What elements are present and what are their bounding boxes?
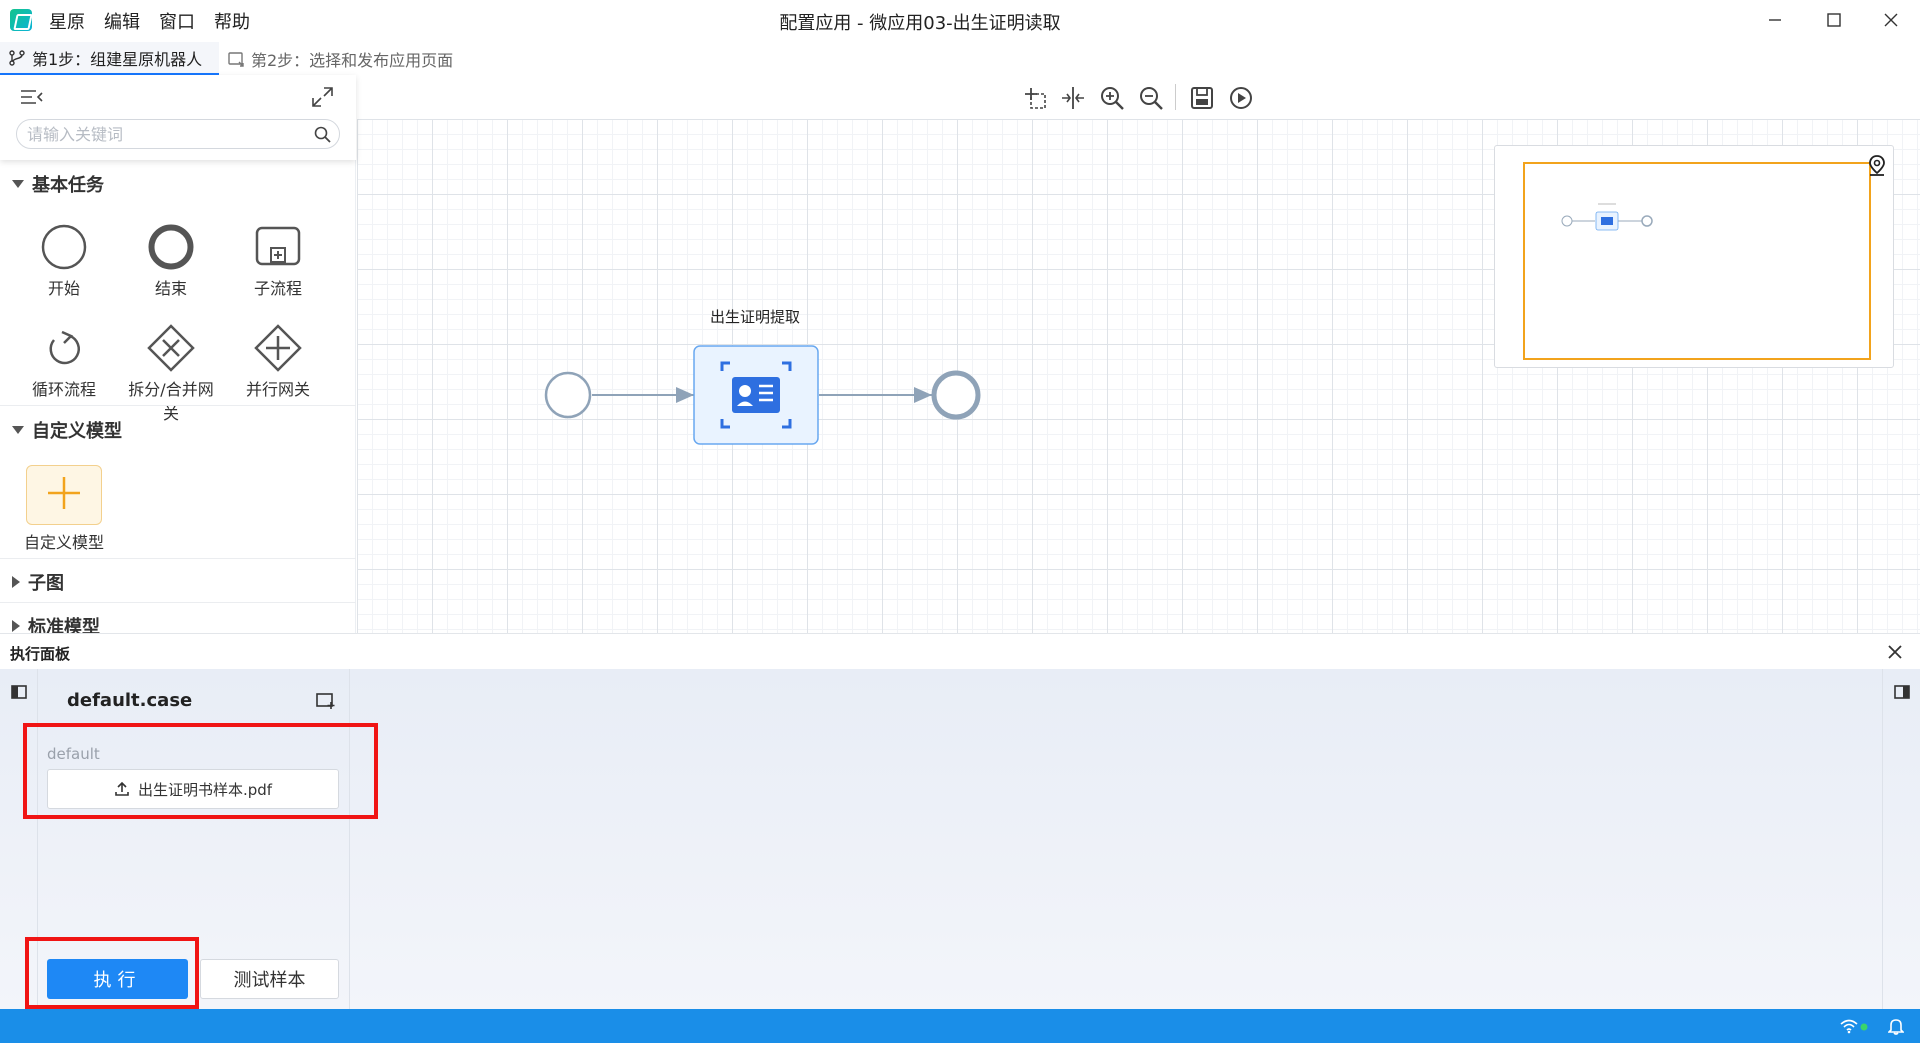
- tool-end-label: 结束: [154, 279, 187, 298]
- status-bar: [0, 1009, 1920, 1043]
- task-node-label: 出生证明提取: [710, 308, 801, 326]
- search-card: [0, 75, 356, 160]
- tool-loop-label: 循环流程: [31, 380, 96, 399]
- expanded-caret-icon: [12, 180, 24, 188]
- tool-custom-model-label: 自定义模型: [23, 533, 104, 552]
- tool-parallel-gateway[interactable]: 并行网关: [228, 324, 328, 400]
- minimize-button[interactable]: [1748, 0, 1802, 40]
- tab-step2[interactable]: 第2步：选择和发布应用页面: [225, 42, 453, 75]
- toggle-left-sidebar-icon[interactable]: [11, 685, 27, 699]
- window-title: 配置应用 - 微应用03-出生证明读取: [779, 13, 1061, 34]
- case-file-name: default.case: [67, 690, 193, 711]
- section-basic-tasks[interactable]: 基本任务: [12, 171, 104, 197]
- tool-subprocess[interactable]: 子流程: [228, 223, 328, 299]
- title-bar: 星原 编辑 窗口 帮助 配置应用 - 微应用03-出生证明读取: [0, 0, 1920, 40]
- close-icon[interactable]: [1884, 641, 1906, 663]
- parallel-gateway-icon: [254, 324, 302, 372]
- tool-parallel-gateway-label: 并行网关: [245, 380, 310, 399]
- notification-bell-icon[interactable]: [1888, 1017, 1904, 1035]
- tool-custom-model[interactable]: 自定义模型: [14, 465, 114, 553]
- section-custom-models[interactable]: 自定义模型: [12, 417, 122, 443]
- panel-divider: [349, 669, 350, 1009]
- section-subgraph-label: 子图: [28, 573, 64, 594]
- tool-end[interactable]: 结束: [121, 223, 221, 299]
- maximize-icon: [1827, 13, 1841, 27]
- tab-step1-label: 第1步：组建星原机器人: [32, 49, 203, 69]
- exec-panel-title: 执行面板: [10, 645, 71, 663]
- location-pin-icon[interactable]: [1867, 154, 1887, 176]
- tool-start-label: 开始: [47, 279, 80, 298]
- tool-start[interactable]: 开始: [14, 223, 114, 299]
- tab-step1[interactable]: 第1步：组建星原机器人: [0, 42, 219, 75]
- connection-status-icon: [1860, 1023, 1868, 1031]
- exec-panel-header: 执行面板: [0, 633, 1920, 669]
- tool-exclusive-gateway[interactable]: 拆分/合并网关: [121, 324, 221, 424]
- section-divider: [0, 405, 356, 406]
- subprocess-icon: [255, 226, 301, 266]
- new-case-icon[interactable]: [316, 692, 336, 710]
- section-subgraph[interactable]: 子图: [12, 569, 64, 595]
- minimize-icon: [1769, 19, 1781, 21]
- highlight-box-execute: [25, 937, 199, 1009]
- panel-divider: [1882, 669, 1883, 1009]
- expand-icon[interactable]: [311, 86, 335, 108]
- toggle-right-sidebar-icon[interactable]: [1894, 685, 1910, 699]
- section-divider: [0, 558, 356, 559]
- search-input[interactable]: [27, 123, 297, 145]
- birth-certificate-task-node[interactable]: [693, 345, 819, 445]
- section-basic-label: 基本任务: [32, 175, 104, 196]
- collapsed-caret-icon: [12, 620, 20, 632]
- section-custom-label: 自定义模型: [32, 421, 122, 442]
- section-divider: [0, 602, 356, 603]
- wifi-icon[interactable]: [1840, 1018, 1858, 1034]
- search-field[interactable]: [16, 119, 340, 149]
- close-window-button[interactable]: [1864, 0, 1918, 40]
- highlight-box-upload: [23, 723, 378, 819]
- expanded-caret-icon: [12, 426, 24, 434]
- maximize-button[interactable]: [1807, 0, 1861, 40]
- plus-icon: [48, 477, 80, 509]
- start-event-icon: [41, 224, 87, 270]
- close-icon: [1884, 13, 1898, 27]
- search-icon[interactable]: [314, 126, 331, 143]
- step-tabs: 第1步：组建星原机器人 第2步：选择和发布应用页面: [0, 42, 1920, 75]
- branch-icon: [9, 49, 25, 66]
- end-node[interactable]: [931, 370, 981, 420]
- minimap[interactable]: [1494, 145, 1894, 368]
- exec-panel-body: default.case default 出生证明书样本.pdf 执行 测试样本: [0, 669, 1920, 1009]
- add-custom-model-tile: [26, 465, 102, 525]
- flow-diagram: [544, 345, 981, 445]
- end-event-icon: [148, 224, 194, 270]
- tab-step2-label: 第2步：选择和发布应用页面: [251, 50, 454, 70]
- tool-subprocess-label: 子流程: [253, 279, 302, 298]
- test-sample-button[interactable]: 测试样本: [200, 959, 339, 999]
- exclusive-gateway-icon: [147, 324, 195, 372]
- collapse-panel-icon[interactable]: [20, 87, 44, 107]
- minimap-preview: [1561, 203, 1653, 231]
- tool-panel: 基本任务 开始 结束 子流程 循环流程 拆分/合并网关: [0, 75, 356, 638]
- publish-icon: [228, 51, 244, 67]
- loop-icon: [49, 330, 80, 365]
- flow-canvas[interactable]: 出生证明提取: [357, 75, 1920, 633]
- tool-exclusive-gateway-label: 拆分/合并网关: [128, 380, 214, 423]
- minimap-viewport[interactable]: [1523, 162, 1871, 360]
- start-node[interactable]: [544, 371, 592, 419]
- collapsed-caret-icon: [12, 576, 20, 588]
- tool-loop[interactable]: 循环流程: [14, 324, 114, 400]
